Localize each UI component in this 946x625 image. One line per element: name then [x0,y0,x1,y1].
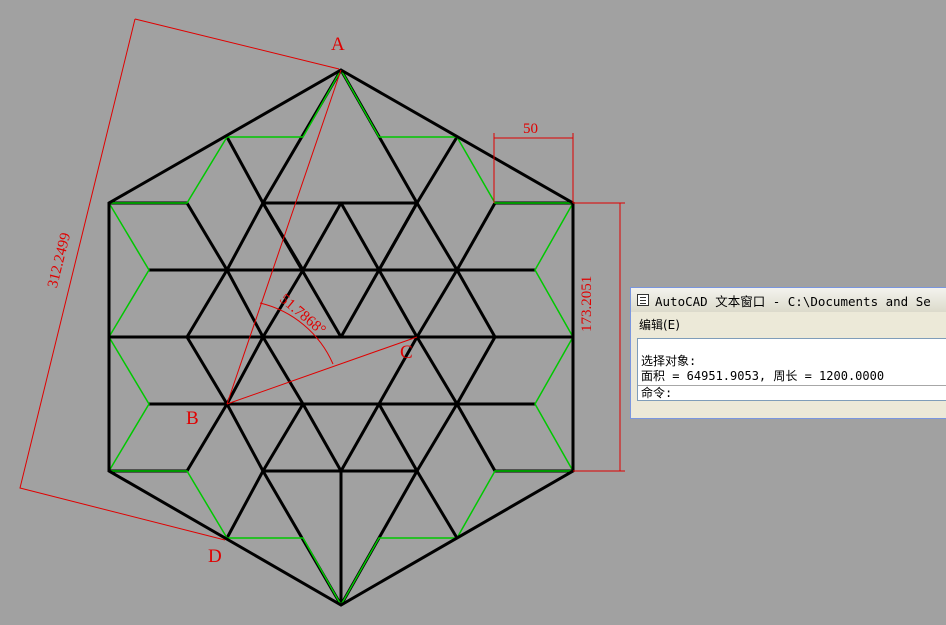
tile-edge [185,202,229,271]
tile-edge [261,202,305,271]
tile-edge [301,403,343,472]
tile-edge [415,470,459,539]
tile-edge [455,269,497,338]
tile-edge [455,403,497,472]
history-line-area: 面积 = 64951.9053, 周长 = 1200.0000 [641,369,885,383]
tile-edge [455,202,497,271]
tile-edge [339,403,381,472]
tile-edge [415,403,459,472]
text-window-icon [637,294,649,306]
point-label-b: B [186,408,199,429]
tile-edge [185,336,229,405]
text-window-title: AutoCAD 文本窗口 - C:\Documents and Se [655,293,931,309]
text-window-titlebar[interactable]: AutoCAD 文本窗口 - C:\Documents and Se [631,288,946,312]
point-label-a: A [331,34,345,55]
rhombus-tiling [109,69,573,606]
tile-edge [455,336,497,405]
tile-edge [415,202,459,271]
tile-edge [415,136,459,204]
tile-edge [261,336,305,405]
tile-edge [415,269,459,338]
tile-edge [377,403,419,472]
tile-edge [377,269,419,338]
tile-edge [225,470,265,539]
dimension-lines [19,18,625,541]
dimension-50: 50 [523,121,538,137]
tile-edge [377,202,419,271]
text-window-history[interactable]: 选择对象: 面积 = 64951.9053, 周长 = 1200.0000 命令… [637,338,946,401]
command-separator [638,385,946,386]
tile-edge [415,336,459,405]
tile-edge [225,202,265,271]
tile-edge [339,202,381,271]
point-label-d: D [208,546,222,567]
tile-edge [225,136,265,204]
tile-edge [225,269,265,338]
dim-312-line [134,18,340,70]
line-b-c [226,336,418,405]
text-window-menubar: 编辑(E) [631,314,946,334]
autocad-text-window[interactable]: AutoCAD 文本窗口 - C:\Documents and Se 编辑(E)… [630,287,946,419]
tile-edge [261,403,305,472]
tile-edge [301,202,343,271]
point-label-c: C [400,342,413,363]
dimension-173: 173.2051 [579,275,595,332]
menu-edit[interactable]: 编辑(E) [639,316,680,333]
tile-edge [225,403,265,472]
tile-edge [225,336,265,405]
tile-edge [185,269,229,338]
command-prompt[interactable]: 命令: [641,384,672,401]
